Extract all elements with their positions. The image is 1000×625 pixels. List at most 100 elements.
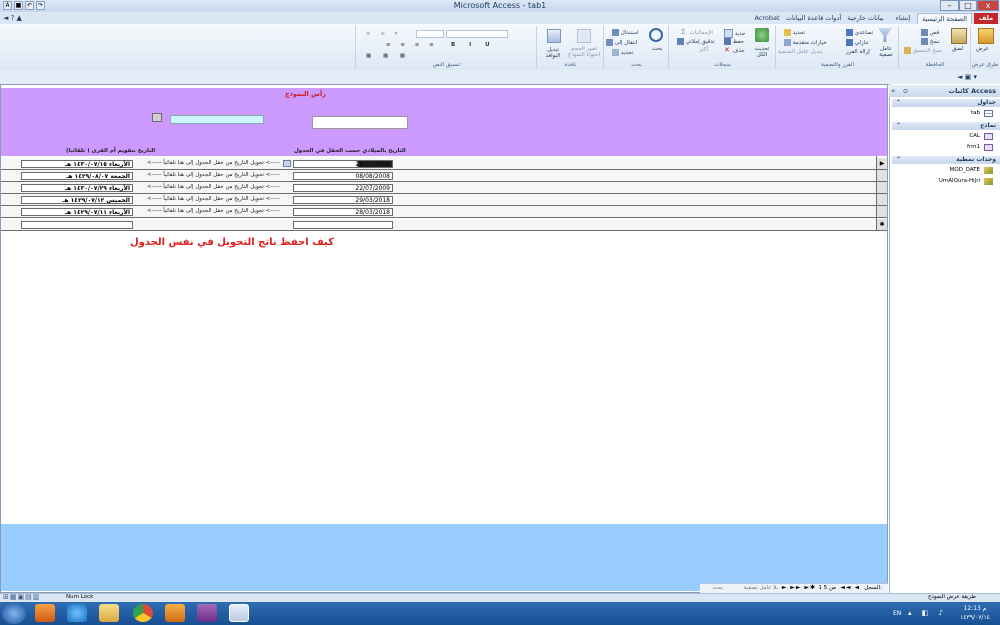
record-selector[interactable]: ▶	[877, 158, 887, 169]
nav-item-tab[interactable]: tab	[892, 109, 996, 119]
gregorian-date-field[interactable]: 28/03/2018	[293, 208, 393, 216]
tab-file[interactable]: ملف	[974, 13, 998, 24]
font-style-icons[interactable]: B I U	[451, 42, 496, 48]
access-app-icon[interactable]: A	[3, 1, 12, 10]
media-player-icon[interactable]	[35, 604, 55, 622]
color-icons[interactable]: ▦ ▦ ▦	[366, 53, 410, 59]
access-taskbar-icon[interactable]	[229, 604, 249, 622]
start-button[interactable]	[2, 603, 26, 624]
tab-database-tools[interactable]: أدوات قاعدة البيانات	[785, 13, 842, 24]
font-name-dropdown[interactable]	[446, 30, 508, 38]
new-record-selector[interactable]: ✱	[877, 219, 887, 230]
redo-icon[interactable]: ↷	[36, 1, 45, 10]
internet-explorer-icon[interactable]	[67, 604, 87, 622]
select-button[interactable]: تحديد	[612, 49, 633, 56]
filter-icon[interactable]	[878, 28, 892, 42]
help-icon[interactable]: ◄ ? ▲	[3, 14, 22, 22]
totals-button[interactable]: Σ الإجماليات	[681, 29, 713, 37]
tab-home[interactable]: الصفحة الرئيسية	[917, 13, 972, 24]
align-icons[interactable]: ≡ ≡ ≡ ≡	[386, 42, 438, 48]
spelling-button[interactable]: تدقيق إملائي	[677, 38, 715, 45]
file-explorer-icon[interactable]	[99, 604, 119, 622]
no-filter-indicator[interactable]: بلا عامل تصفية	[744, 585, 778, 591]
view-icon[interactable]	[978, 28, 994, 44]
tab-external-data[interactable]: بيانات خارجية	[843, 13, 888, 24]
find-icon[interactable]	[649, 28, 663, 42]
nav-item-frm1[interactable]: frm1	[892, 143, 996, 153]
refresh-icon[interactable]	[755, 28, 769, 42]
nav-item-mod-date[interactable]: MOD_DATE	[892, 166, 996, 176]
new-gregorian-textbox[interactable]	[293, 221, 393, 229]
copy-button[interactable]: نسخ	[921, 38, 940, 45]
find-button[interactable]: بحث	[652, 46, 662, 52]
next-last-record-buttons[interactable]: ► ►► ►✱	[782, 584, 816, 591]
goto-button[interactable]: انتقال إلى	[606, 39, 637, 46]
gregorian-date-field[interactable]: 29/03/2018	[293, 196, 393, 204]
maximize-button[interactable]: □	[959, 0, 977, 11]
record-selector[interactable]	[877, 194, 887, 205]
save-record-button[interactable]: حفظ	[724, 38, 744, 45]
switch-windows-icon[interactable]	[547, 29, 561, 43]
record-selector[interactable]	[877, 206, 887, 217]
close-button[interactable]: x	[977, 0, 999, 11]
replace-button[interactable]: استبدال	[612, 29, 639, 36]
sort-descending-button[interactable]: تنازلي	[846, 39, 869, 46]
header-textbox-gregorian[interactable]	[312, 116, 408, 129]
doc-bar-icons[interactable]: ◄ ▣ ▾	[957, 73, 977, 81]
refresh-all-button[interactable]: تحديث الكل	[751, 46, 773, 58]
view-button[interactable]: عرض	[976, 46, 989, 52]
font-size-dropdown[interactable]	[416, 30, 444, 38]
undo-icon[interactable]: ↶	[25, 1, 34, 10]
hijri-date-field[interactable]: الجمعة ١٤٢٩/٠٨/٠٧ هـ	[21, 172, 133, 180]
outlook-icon[interactable]	[165, 604, 185, 622]
paste-button[interactable]: لصق	[952, 46, 963, 52]
more-button[interactable]: أكثر	[699, 47, 708, 53]
cut-button[interactable]: قص	[921, 29, 939, 36]
record-selector[interactable]	[877, 182, 887, 193]
new-hijri-textbox[interactable]	[21, 221, 133, 229]
date-picker-icon[interactable]	[283, 160, 291, 167]
record-position[interactable]: 1 من 5	[818, 585, 836, 591]
paste-icon[interactable]	[951, 28, 967, 44]
tab-acrobat[interactable]: Acrobat	[752, 13, 782, 24]
delete-record-button[interactable]: ✕ حذف	[724, 47, 745, 55]
nav-section-tables[interactable]: ⌃ جداول	[892, 99, 1000, 107]
advanced-button[interactable]: خيارات متقدمة	[784, 39, 827, 46]
record-selector[interactable]	[877, 170, 887, 181]
hijri-date-field[interactable]: الخميس ١٤٢٩/٠٧/١٢ هـ	[21, 196, 133, 204]
selection-button[interactable]: تحديد	[784, 29, 805, 36]
winrar-icon[interactable]	[197, 604, 217, 622]
collapse-pane-icon[interactable]: «	[891, 87, 895, 95]
sort-ascending-button[interactable]: تصاعدي	[846, 29, 873, 36]
clock-time[interactable]: 12:13 م	[955, 605, 995, 612]
header-textbox-hijri[interactable]	[170, 115, 264, 124]
minimize-button[interactable]: –	[940, 0, 959, 11]
tray-icons[interactable]: ▴ ◧ ♪	[908, 609, 947, 617]
nav-item-umalqura[interactable]: UmAlQura-Hijri	[892, 177, 996, 187]
hijri-date-field[interactable]: الأربعاء ١٤٢٩/٠٧/١١ هـ	[21, 208, 133, 216]
size-to-fit-button[interactable]: تغيير الحجم احتواء النموذج	[567, 46, 601, 58]
gregorian-date-field[interactable]: 28/07/2009	[293, 160, 393, 168]
gregorian-date-field[interactable]: 08/08/2008	[293, 172, 393, 180]
filter-button[interactable]: عامل تصفية	[874, 46, 898, 58]
save-icon[interactable]: ■	[14, 1, 23, 10]
list-format-icons[interactable]: ≡ ≡ ▾	[366, 31, 401, 37]
search-icon[interactable]: ⊙	[903, 88, 908, 95]
clock-date[interactable]: ١٤٣٩/٠٧/١٤	[955, 614, 995, 621]
first-prev-record-buttons[interactable]: ◄◄ ◄	[840, 584, 860, 591]
hijri-date-field[interactable]: الأربعاء ١٤٣٠/٠٧/١٥ هـ	[21, 160, 133, 168]
gregorian-date-field[interactable]: 22/07/2009	[293, 184, 393, 192]
hijri-date-field[interactable]: الأربعاء ١٤٣٠/٠٧/٢٩ هـ	[21, 184, 133, 192]
tab-create[interactable]: إنشاء	[890, 13, 916, 24]
nav-section-modules[interactable]: ⌃ وحدات نمطية	[892, 156, 1000, 164]
switch-windows-button[interactable]: تبديل النوافذ	[541, 47, 565, 59]
record-search-box[interactable]: بحث	[713, 585, 723, 591]
chrome-icon[interactable]	[133, 604, 153, 622]
toggle-filter-button[interactable]: تبديل عامل التصفية	[778, 49, 822, 55]
format-painter-button[interactable]: نسخ التنسيق	[904, 47, 942, 54]
clear-sort-button[interactable]: إزالة الفرز	[846, 49, 870, 55]
nav-item-cal[interactable]: CAL	[892, 132, 996, 142]
nav-pane-header[interactable]: « ⊙ كائنات Access	[889, 85, 1000, 97]
view-switcher-icons[interactable]: ⊞▦▣▤▥	[3, 593, 40, 601]
calendar-icon[interactable]	[152, 113, 162, 122]
